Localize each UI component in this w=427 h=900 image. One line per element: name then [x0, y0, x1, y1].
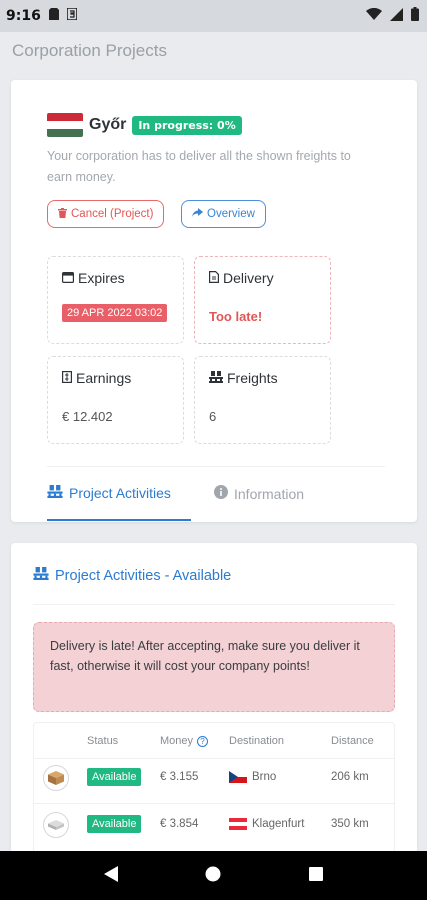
- tab-information-label: Information: [234, 485, 305, 502]
- header-distance: Distance: [331, 735, 374, 747]
- destination-label: Klagenfurt: [252, 818, 305, 830]
- back-icon[interactable]: [103, 865, 118, 886]
- money-cell: € 3.854: [160, 818, 199, 830]
- notification-icon: [66, 7, 78, 24]
- late-delivery-alert: Delivery is late! After accepting, make …: [33, 622, 395, 712]
- expires-stat: Expires 29 APR 2022 03:02: [47, 256, 184, 344]
- wifi-icon: [366, 7, 382, 24]
- austria-flag-icon: [229, 818, 247, 830]
- delivery-label: Delivery: [223, 270, 274, 286]
- document-icon: [209, 270, 219, 286]
- calendar-icon: [62, 271, 75, 286]
- section-divider: [33, 604, 395, 605]
- delivery-stat: Delivery Too late!: [194, 256, 331, 344]
- pallet-icon: [209, 370, 223, 386]
- row-divider: [34, 758, 394, 759]
- tab-project-activities-label: Project Activities: [69, 485, 171, 501]
- info-icon: [214, 485, 228, 502]
- home-icon[interactable]: [205, 866, 221, 886]
- distance-cell: 206 km: [331, 771, 369, 783]
- battery-icon: [411, 7, 419, 25]
- status-bar: 9:16: [0, 0, 427, 32]
- freights-label: Freights: [227, 370, 278, 386]
- cancel-project-label: Cancel (Project): [71, 208, 154, 220]
- freights-value: 6: [209, 409, 217, 424]
- destination-cell: Klagenfurt: [229, 818, 304, 830]
- cargo-box-icon: [43, 765, 69, 791]
- earnings-stat: Earnings € 12.402: [47, 356, 184, 444]
- navigation-bar: [0, 851, 427, 900]
- czech-flag-icon: [229, 771, 247, 783]
- share-arrow-icon: [192, 208, 203, 220]
- tab-information[interactable]: Information: [214, 485, 304, 502]
- cancel-project-button[interactable]: Cancel (Project): [47, 200, 165, 228]
- header-money-label: Money: [160, 735, 194, 747]
- pallet-icon: [33, 567, 49, 584]
- expires-date-badge: 29 APR 2022 03:02: [62, 304, 168, 322]
- expires-label: Expires: [78, 270, 125, 286]
- destination-label: Brno: [252, 771, 277, 783]
- signal-icon: [390, 7, 403, 25]
- recents-icon[interactable]: [309, 866, 324, 885]
- header-status: Status: [87, 735, 119, 747]
- overview-label: Overview: [207, 208, 255, 220]
- earnings-label: Earnings: [76, 370, 132, 386]
- status-badge: Available: [87, 768, 142, 786]
- trash-icon: [58, 207, 67, 221]
- activities-card: Project Activities - Available Delivery …: [11, 543, 417, 873]
- active-tab-indicator: [47, 519, 191, 521]
- status-badge: Available: [87, 815, 142, 833]
- section-title-label: Project Activities - Available: [55, 567, 232, 584]
- tab-project-activities[interactable]: Project Activities: [47, 485, 171, 501]
- overview-button[interactable]: Overview: [181, 200, 266, 228]
- status-time: 9:16: [6, 8, 41, 24]
- cargo-sheet-icon: [43, 812, 69, 838]
- earnings-value: € 12.402: [62, 409, 113, 424]
- project-header: Győr In progress: 0%: [47, 113, 242, 137]
- header-destination: Destination: [229, 735, 285, 747]
- project-card: Győr In progress: 0% Your corporation ha…: [11, 80, 417, 522]
- row-divider: [34, 803, 394, 804]
- project-description: Your corporation has to deliver all the …: [47, 149, 351, 184]
- sim-card-icon: [48, 8, 59, 24]
- page-title: Corporation Projects: [12, 41, 167, 60]
- tabs-divider: [47, 466, 385, 467]
- header-money: Money ?: [160, 735, 209, 747]
- freights-stat: Freights 6: [194, 356, 331, 444]
- distance-cell: 350 km: [331, 818, 369, 830]
- progress-badge: In progress: 0%: [132, 115, 242, 135]
- project-city: Győr: [89, 116, 127, 133]
- money-icon: [62, 370, 73, 386]
- pallet-icon: [47, 485, 63, 501]
- help-icon[interactable]: ?: [197, 735, 209, 747]
- destination-cell: Brno: [229, 771, 276, 783]
- money-cell: € 3.155: [160, 771, 199, 783]
- delivery-value: Too late!: [209, 309, 263, 324]
- hungary-flag-icon: [47, 113, 83, 137]
- section-title: Project Activities - Available: [33, 567, 231, 584]
